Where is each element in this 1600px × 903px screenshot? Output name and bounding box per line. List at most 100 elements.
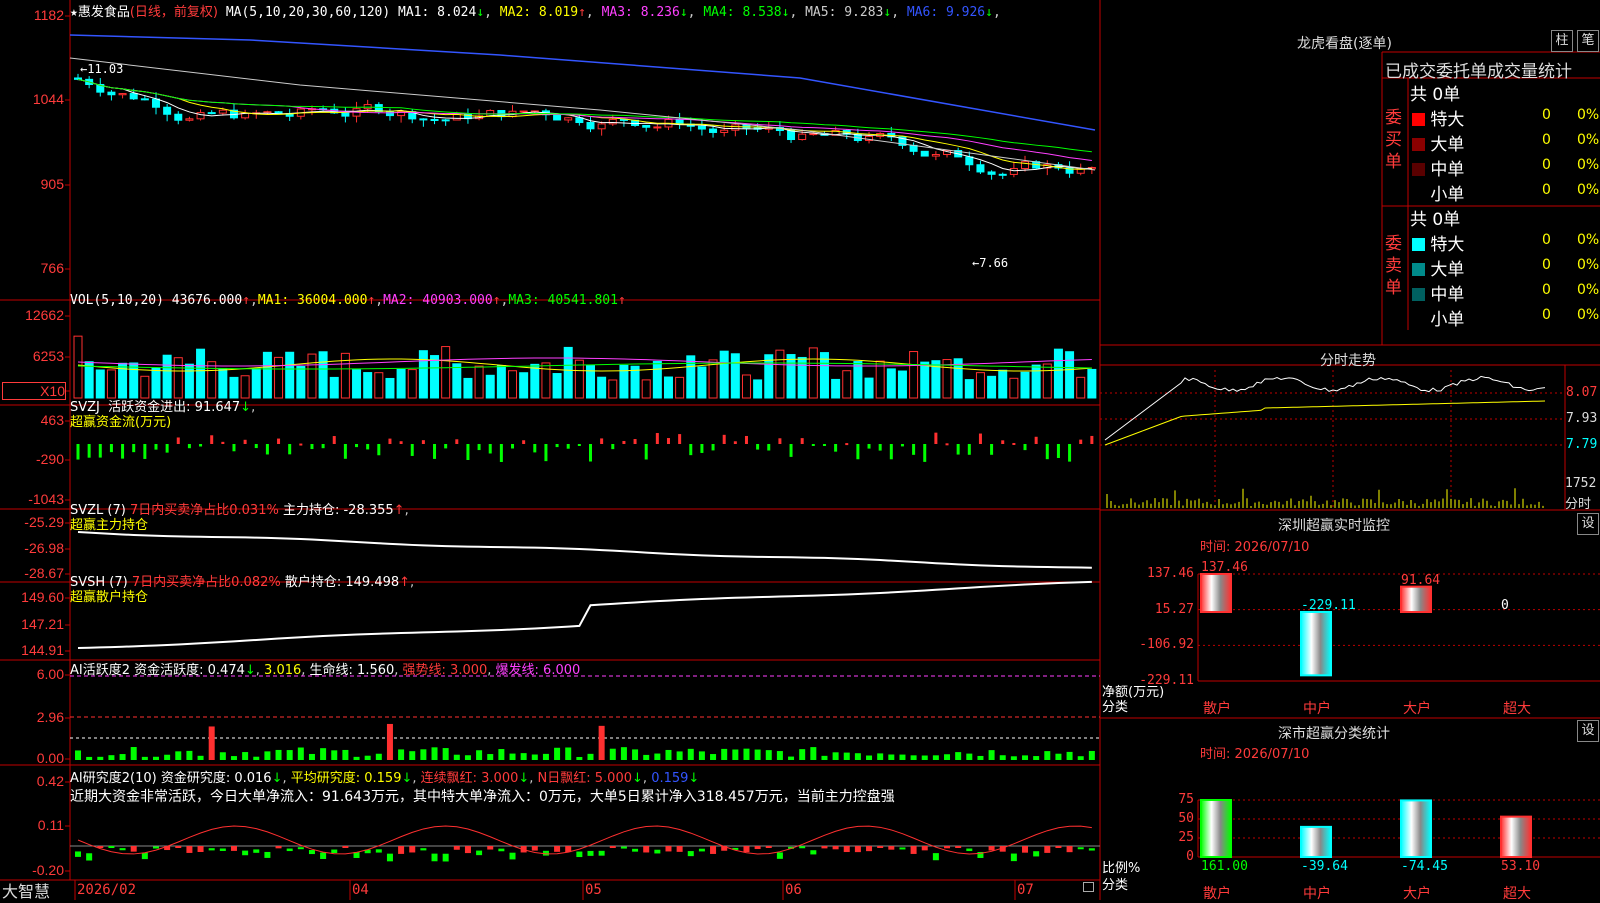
flow-bar <box>1056 444 1060 458</box>
flow-bar <box>254 444 258 449</box>
monitor-time: 时间: 2026/07/10 <box>1200 540 1310 555</box>
monitor-title: 深圳超赢实时监控 <box>1278 518 1390 534</box>
candle <box>553 114 562 121</box>
activity-bar <box>598 725 605 760</box>
activity-bar <box>799 749 806 760</box>
column-view-button[interactable]: 柱 <box>1551 30 1573 52</box>
research-bar <box>476 850 483 856</box>
research-bar <box>1055 846 1062 848</box>
candle <box>931 154 940 157</box>
volume-bar <box>920 361 930 399</box>
research-bar <box>1088 848 1095 851</box>
research-bar <box>676 846 683 852</box>
sell-color-swatch <box>1412 288 1425 301</box>
flow-bar <box>265 444 269 455</box>
classify-title: 深市超赢分类统计 <box>1278 726 1390 742</box>
flow-bar <box>1090 435 1094 444</box>
candle <box>965 156 974 166</box>
candle <box>185 118 194 121</box>
svzl-text: 主力持仓: -28.355 <box>282 503 394 518</box>
buy-size-label: 大单 <box>1425 135 1465 155</box>
ma-arrow: ↓ <box>679 5 688 20</box>
tick-view-button[interactable]: 笔 <box>1577 30 1599 52</box>
flow-bar <box>655 433 659 444</box>
activity-bar <box>988 750 995 760</box>
activity-bar <box>966 753 973 760</box>
sell-count: 0 <box>1542 282 1551 298</box>
volume-bar <box>396 368 406 399</box>
star-icon[interactable]: ★ <box>70 5 78 20</box>
research-bar <box>230 846 237 851</box>
volume-bar <box>196 348 206 399</box>
low-price-value: 7.66 <box>979 256 1009 270</box>
activity-bar <box>398 749 405 760</box>
candle <box>207 112 216 115</box>
lock-icon[interactable] <box>1083 882 1094 892</box>
research-bar <box>1010 853 1017 862</box>
research-bar <box>665 846 672 852</box>
ai-research-label: AI研究度2(10) <box>70 771 157 786</box>
research-bar <box>175 846 182 848</box>
flow-bar <box>1001 440 1005 444</box>
activity-bar <box>676 751 683 760</box>
activity-bar <box>186 750 193 760</box>
flow-bar <box>778 438 782 444</box>
sell-size-label: 小单 <box>1425 310 1465 330</box>
flow-bar <box>143 444 147 459</box>
activity-bar <box>776 751 783 760</box>
volume-bar <box>808 347 818 399</box>
sell-size-label: 特大 <box>1425 235 1465 255</box>
buy-color-swatch <box>1412 113 1425 126</box>
monitor-settings-button[interactable]: 设 <box>1577 513 1599 535</box>
volume-bar <box>1053 348 1063 399</box>
activity-bar <box>331 750 338 760</box>
research-bar <box>854 846 861 853</box>
volume-bar <box>1020 371 1030 399</box>
research-bar <box>464 846 471 854</box>
activity-bar <box>576 756 583 760</box>
volume-bar <box>719 350 729 399</box>
flow-bar <box>187 444 191 449</box>
vol-value: 43676.000 <box>171 293 243 308</box>
flow-bar <box>321 444 325 449</box>
flow-bar <box>399 441 403 444</box>
period-label[interactable]: (日线，前复权) <box>130 5 218 20</box>
vol-label: VOL(5,10,20) <box>70 293 164 308</box>
activity-bar <box>810 747 817 760</box>
buy-size-label: 小单 <box>1425 185 1465 205</box>
flow-bar <box>343 444 347 459</box>
axis-label: 0.42 <box>36 773 64 789</box>
bar-axis-label: 50 <box>1178 811 1194 826</box>
activity-bar <box>932 755 939 760</box>
candle <box>486 110 495 117</box>
activity-bar <box>1022 755 1029 760</box>
flow-bar <box>243 439 247 444</box>
research-bar <box>910 846 917 854</box>
buy-percent: 0% <box>1577 132 1600 148</box>
research-bar <box>944 846 951 849</box>
brand-logo[interactable]: 大智慧 <box>2 878 50 902</box>
chart-graphics[interactable] <box>0 0 1600 900</box>
activity-bar <box>464 755 471 760</box>
activity-bar <box>620 747 627 760</box>
activity-bar <box>342 749 349 760</box>
research-bar <box>86 853 93 861</box>
ai-research-t5: 0.159 <box>651 771 689 786</box>
flow-bar <box>700 444 704 453</box>
flow-bar <box>98 444 102 458</box>
volume-bar <box>363 372 373 399</box>
volume-bar <box>1009 377 1019 399</box>
research-bar <box>710 846 717 854</box>
axis-label: 1044 <box>32 91 64 107</box>
research-bar <box>988 846 995 851</box>
activity-bar <box>542 753 549 760</box>
sell-count: 0 <box>1542 307 1551 323</box>
flow-bar <box>176 437 180 444</box>
candle <box>519 110 528 113</box>
activity-bar <box>487 754 494 760</box>
flow-bar <box>210 435 214 444</box>
bar-axis-label: 137.46 <box>1147 566 1194 581</box>
classify-settings-button[interactable]: 设 <box>1577 720 1599 742</box>
flow-bar <box>678 434 682 444</box>
research-bar <box>442 853 449 862</box>
